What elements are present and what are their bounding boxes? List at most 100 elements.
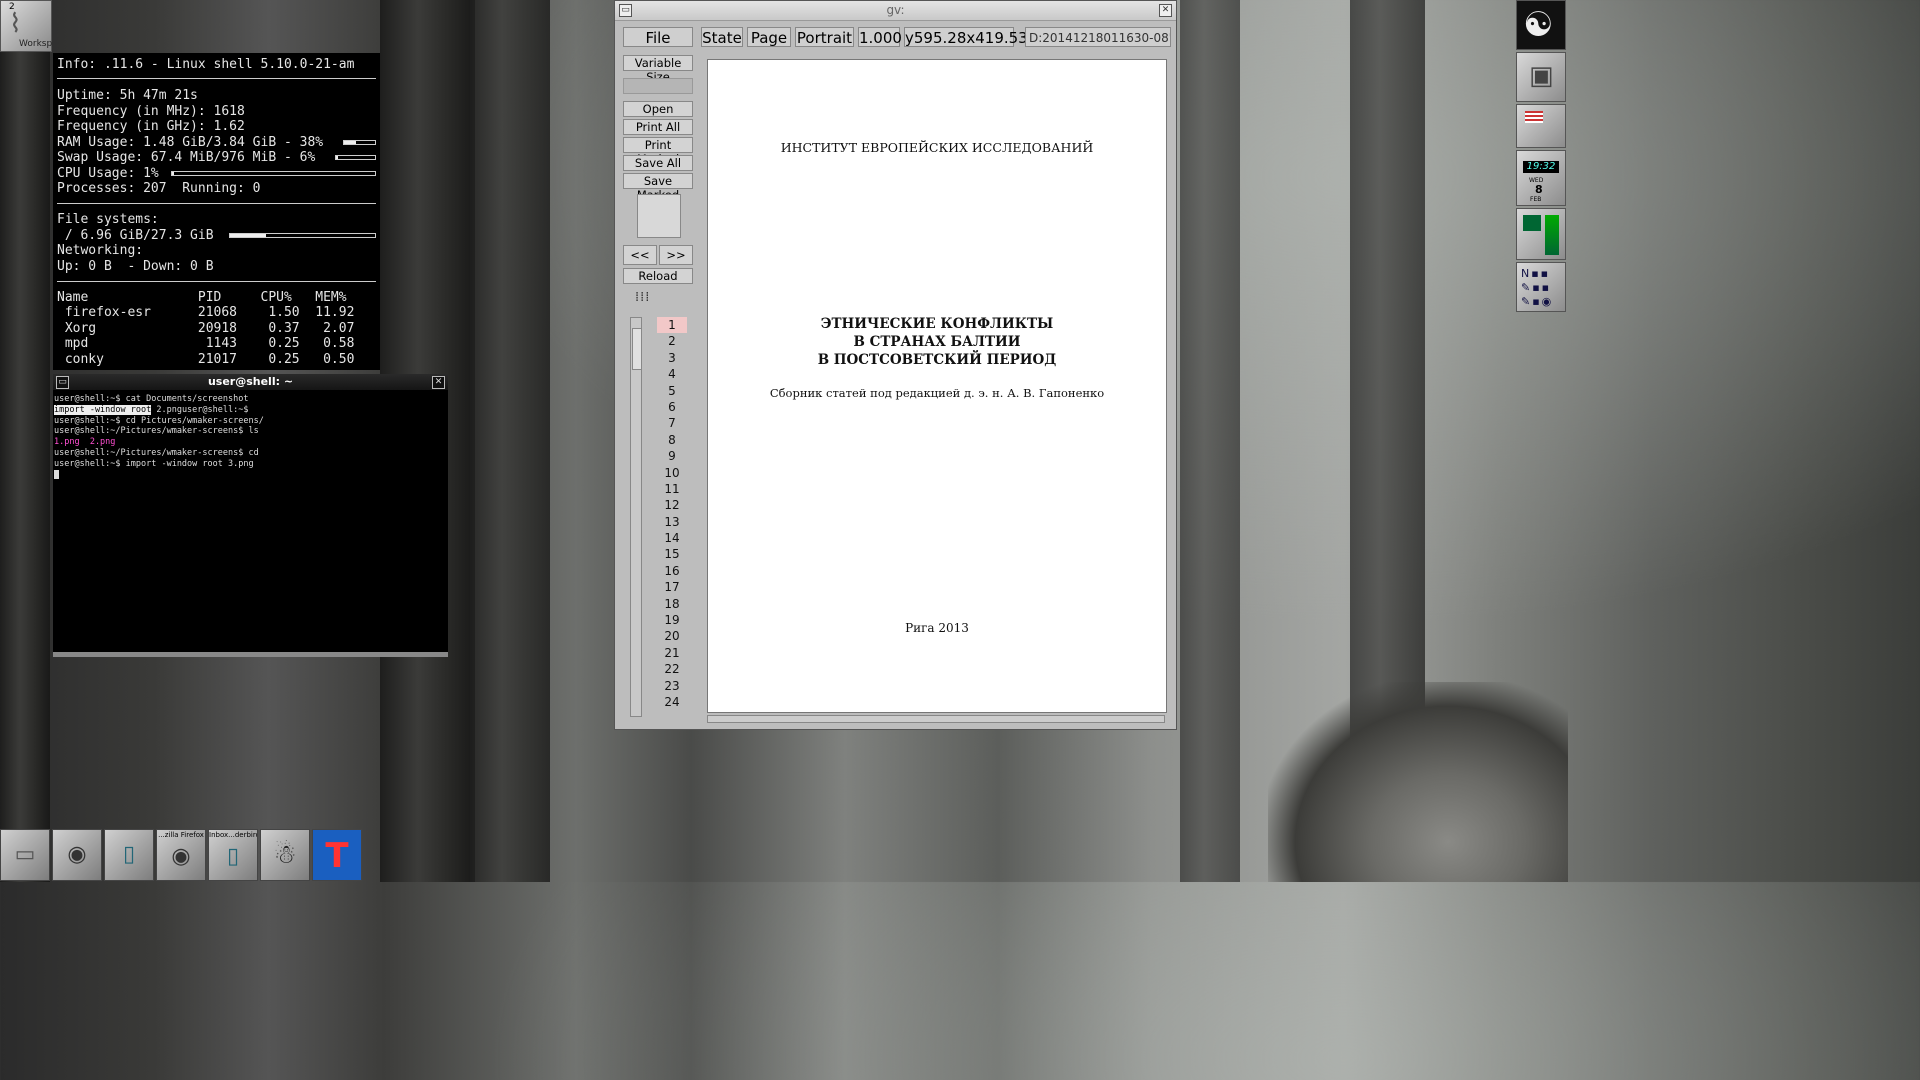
dock-app-icon[interactable] (1516, 104, 1566, 148)
taskbar-app[interactable]: ☃ (260, 829, 310, 881)
page-list-item[interactable]: 3 (657, 350, 687, 366)
page-list-item[interactable]: 11 (657, 481, 687, 497)
minimize-icon[interactable]: ▭ (619, 4, 632, 17)
panner[interactable] (637, 194, 681, 238)
page-list-item[interactable]: 8 (657, 432, 687, 448)
terminal-text: 2.pnguser@shell:~$ (151, 404, 249, 415)
page-list-item[interactable]: 14 (657, 530, 687, 546)
page-list-item[interactable]: 2 (657, 333, 687, 349)
taskbar-app[interactable]: ▭ (0, 829, 50, 881)
clock-dockapp[interactable]: 19:32 WED 8 FEB (1516, 150, 1566, 206)
mark-pages-icon[interactable]: ⁞⁞⁞ (635, 290, 681, 310)
trash-icon: ▯ (122, 842, 136, 867)
ram-bar-fill (344, 141, 356, 144)
dock-app-icon[interactable]: ☯ (1516, 0, 1566, 50)
conky-monitor: Info: .11.6 - Linux shell 5.10.0-21-am U… (53, 53, 380, 370)
open-button[interactable]: Open (623, 101, 693, 117)
page-list-item[interactable]: 6 (657, 399, 687, 415)
next-page-button[interactable]: >> (659, 245, 693, 265)
page-list-item[interactable]: 15 (657, 546, 687, 562)
fs-root-line: / 6.96 GiB/27.3 GiB (57, 228, 214, 243)
page-list-item[interactable]: 10 (657, 465, 687, 481)
page-list-item[interactable]: 17 (657, 579, 687, 595)
launcher-dockapp[interactable]: N▪▪ ✎▪▪ ✎▪◉ (1516, 262, 1566, 312)
tree-trunk (0, 0, 50, 882)
prev-page-button[interactable]: << (623, 245, 657, 265)
proc-row: firefox-esr 21068 1.50 11.92 (57, 305, 355, 320)
page-list-item[interactable]: 20 (657, 628, 687, 644)
close-icon[interactable]: ✕ (1159, 4, 1172, 17)
horizontal-scrollbar[interactable] (707, 715, 1165, 723)
page-list-item[interactable]: 23 (657, 678, 687, 694)
taskbar-app[interactable]: ▯ (104, 829, 154, 881)
workspace-clip[interactable]: 2 ⌇ Worksp (0, 0, 52, 52)
page-list-item[interactable]: 21 (657, 645, 687, 661)
scale-button[interactable]: 1.000 (858, 27, 902, 47)
divider (57, 281, 376, 282)
doc-title-line: ЭТНИЧЕСКИЕ КОНФЛИКТЫ (820, 316, 1054, 332)
page-list-item[interactable]: 13 (657, 514, 687, 530)
doc-subtitle: Сборник статей под редакцией д. э. н. А.… (769, 386, 1105, 400)
page-list-item[interactable]: 24 (657, 694, 687, 710)
page-list-scrollbar[interactable] (630, 317, 642, 717)
close-icon[interactable]: ✕ (432, 376, 445, 389)
page-list-item[interactable]: 19 (657, 612, 687, 628)
terminal-output[interactable]: user@shell:~$ cat Documents/screenshot im… (53, 390, 448, 486)
scroll-thumb[interactable] (632, 328, 642, 370)
print-marked-button[interactable]: Print Marked (623, 137, 693, 166)
terminal-scrollbar[interactable] (53, 652, 448, 657)
flag-icon (1525, 111, 1543, 123)
thunderbird-taskbar-app[interactable]: Inbox...derbird ▯ (208, 829, 258, 881)
mail-icon: ▯ (226, 844, 240, 869)
gv-window[interactable]: ▭ gv: ✕ File State Page Portrait 1.000 y… (614, 0, 1177, 730)
page-list[interactable]: 1 2 3 4 5 6 7 8 9 10 11 12 13 14 15 16 1… (657, 317, 687, 717)
cpu-line: CPU Usage: 1% (57, 166, 159, 181)
date-field: D:20141218011630-08' (1025, 27, 1171, 47)
state-menu-button[interactable]: State (701, 27, 743, 47)
print-all-button[interactable]: Print All (623, 119, 693, 135)
terminal-window[interactable]: ▭ user@shell: ~ ✕ user@shell:~$ cat Docu… (53, 374, 448, 657)
document-page[interactable]: ИНСТИТУТ ЕВРОПЕЙСКИХ ИССЛЕДОВАНИЙ ЭТНИЧЕ… (707, 59, 1167, 713)
terminal-line: 1.png 2.png (54, 437, 116, 448)
reload-button[interactable]: Reload (623, 268, 693, 284)
save-marked-button[interactable]: Save Marked (623, 173, 693, 202)
tex-icon: T (325, 836, 349, 876)
volume-slider[interactable] (1545, 215, 1559, 255)
page-list-item[interactable]: 12 (657, 497, 687, 513)
gv-title: gv: (886, 3, 905, 17)
page-list-item[interactable]: 18 (657, 596, 687, 612)
doc-title-line: В ПОСТСОВЕТСКИЙ ПЕРИОД (817, 352, 1057, 368)
save-all-button[interactable]: Save All (623, 155, 693, 171)
mixer-dockapp[interactable] (1516, 208, 1566, 260)
page-menu-button[interactable]: Page (747, 27, 791, 47)
minimize-icon[interactable]: ▭ (56, 376, 69, 389)
ghost-icon: ☃ (273, 840, 297, 870)
institute-heading: ИНСТИТУТ ЕВРОПЕЙСКИХ ИССЛЕДОВАНИЙ (780, 140, 1094, 155)
orientation-button[interactable]: Portrait (795, 27, 854, 47)
page-size-button[interactable]: y595.28x419.53 (904, 27, 1028, 47)
variable-size-button[interactable]: Variable Size (623, 55, 693, 84)
page-list-item[interactable]: 4 (657, 366, 687, 382)
terminal-line: user@shell:~$ import -window root 3.png (54, 458, 254, 469)
yin-yang-icon: ☯ (1523, 5, 1554, 45)
swap-bar-fill (336, 156, 339, 159)
terminal-line: user@shell:~$ cd Pictures/wmaker-screens… (54, 415, 264, 426)
fs-bar-fill (230, 234, 267, 237)
dock-app-icon[interactable]: ▣ (1516, 52, 1566, 102)
page-list-item[interactable]: 7 (657, 415, 687, 431)
gv-titlebar[interactable]: ▭ gv: ✕ (615, 1, 1176, 21)
page-list-item[interactable]: 1 (657, 317, 687, 334)
page-list-item[interactable]: 22 (657, 661, 687, 677)
taskbar-app[interactable]: ◉ (52, 829, 102, 881)
file-menu-button[interactable]: File (623, 27, 693, 47)
page-list-item[interactable]: 9 (657, 448, 687, 464)
tree-trunk (1180, 0, 1240, 882)
firefox-taskbar-app[interactable]: ...zilla Firefox ◉ (156, 829, 206, 881)
terminal-titlebar[interactable]: ▭ user@shell: ~ ✕ (53, 374, 448, 390)
page-list-item[interactable]: 5 (657, 383, 687, 399)
terminal-line: user@shell:~$ cat Documents/screenshot (54, 394, 249, 404)
page-list-item[interactable]: 16 (657, 563, 687, 579)
empty-field (623, 78, 693, 94)
taskbar-app[interactable]: T (312, 829, 362, 881)
swap-bar (335, 155, 376, 160)
